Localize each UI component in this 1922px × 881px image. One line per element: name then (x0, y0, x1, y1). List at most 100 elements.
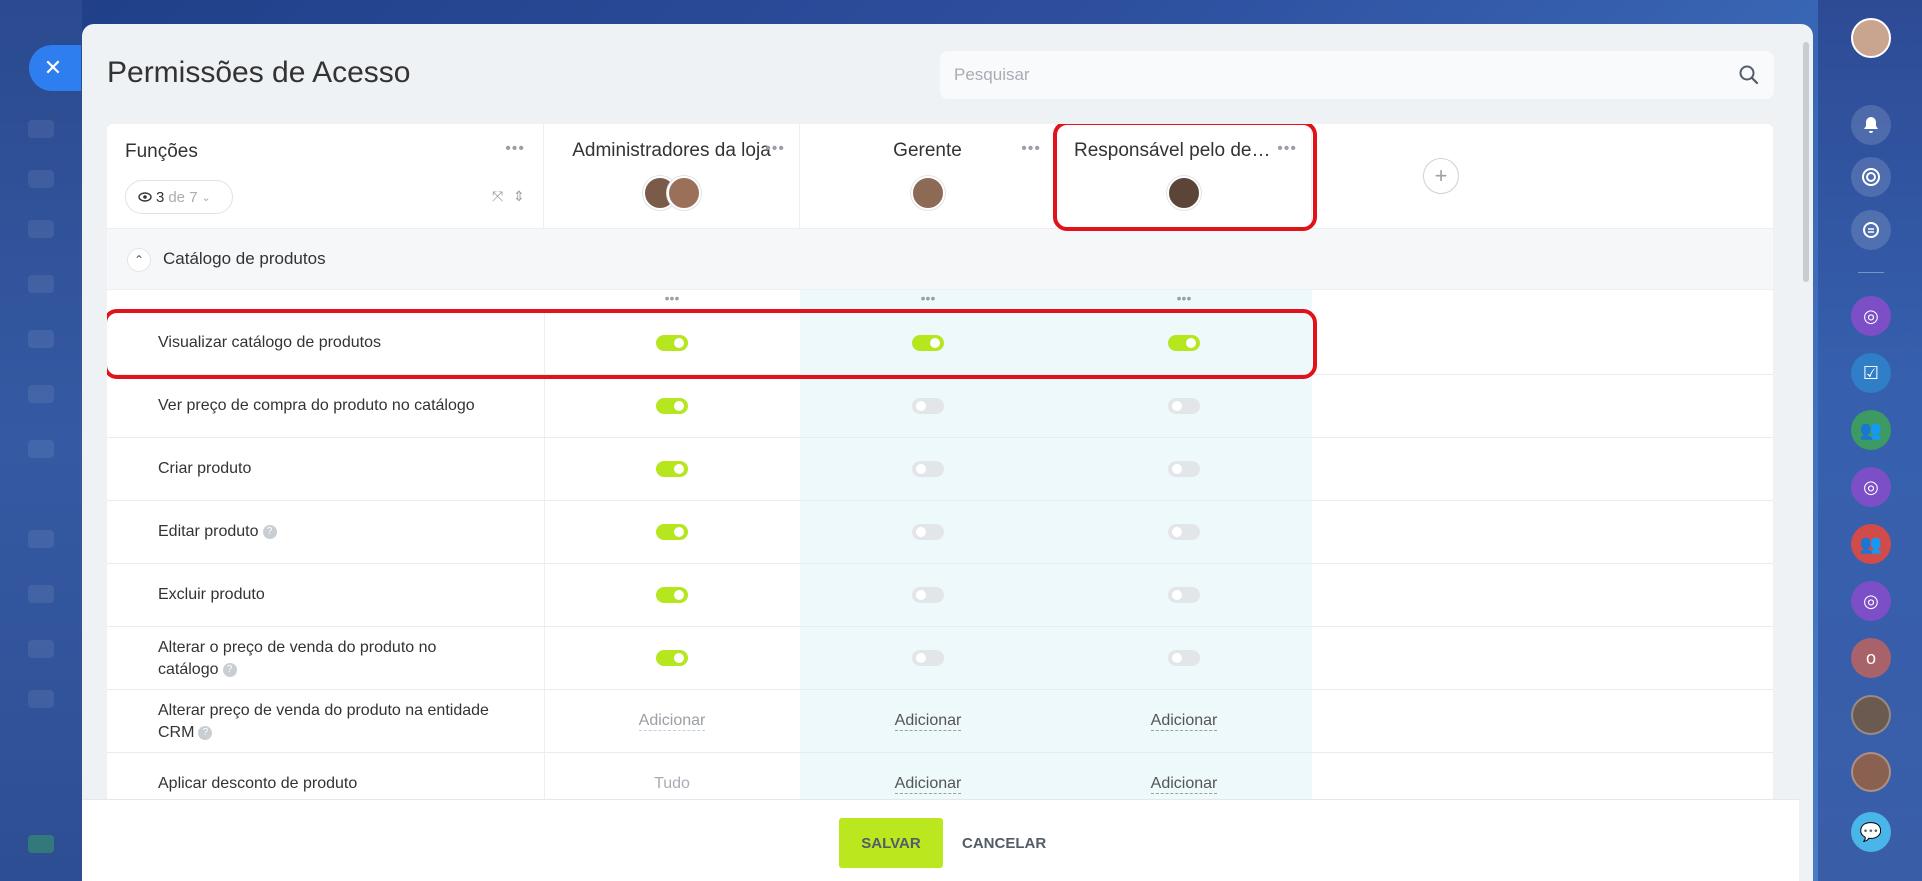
chat-group-icon[interactable]: ◎ (1851, 296, 1891, 336)
functions-menu-icon[interactable]: ••• (505, 140, 525, 158)
ghost-icon (28, 690, 54, 708)
permission-cell[interactable] (800, 564, 1056, 626)
permission-cell[interactable] (544, 627, 800, 689)
sync-icon[interactable] (1851, 210, 1891, 250)
collapse-expand-icons[interactable]: ⤧ ⇕ (492, 188, 525, 205)
table-row: Editar produto? (107, 501, 1773, 564)
ghost-icon (28, 640, 54, 658)
contact-avatar[interactable] (1851, 695, 1891, 735)
ghost-icon (28, 385, 54, 403)
ghost-icon (28, 835, 54, 853)
role-name: Administradores da loja (572, 140, 771, 161)
group-icon[interactable]: 👥 (1851, 524, 1891, 564)
visible-count: 3 (156, 188, 165, 206)
functions-header: Funções ••• 3 de 7 ⌄ ⤧ ⇕ (107, 124, 544, 228)
messages-icon[interactable]: 💬 (1851, 812, 1891, 852)
search-input[interactable] (954, 65, 1738, 85)
toggle-switch[interactable] (912, 461, 944, 477)
close-icon: ✕ (43, 55, 63, 80)
permission-cell[interactable] (544, 375, 800, 437)
permission-cell[interactable]: Adicionar (544, 690, 800, 752)
section-header[interactable]: ⌃ Catálogo de produtos (107, 228, 1773, 290)
role-header[interactable]: Administradores da loja ••• (544, 124, 800, 228)
add-role-button[interactable]: + (1423, 158, 1459, 194)
role-avatars (800, 176, 1055, 210)
permission-cell[interactable] (1056, 438, 1312, 500)
permissions-table: Funções ••• 3 de 7 ⌄ ⤧ ⇕ Administradores… (107, 124, 1773, 824)
help-icon[interactable]: ? (222, 662, 237, 677)
add-link[interactable]: Adicionar (638, 712, 706, 731)
highlight-box-row (107, 309, 1317, 379)
ghost-icon (28, 330, 54, 348)
chevron-down-icon: ⌄ (201, 191, 211, 204)
close-button[interactable]: ✕ (29, 45, 81, 91)
save-button[interactable]: SALVAR (839, 818, 943, 868)
sidebar-divider (1858, 272, 1884, 273)
expand-icon[interactable]: ⇕ (513, 188, 525, 204)
toggle-switch[interactable] (656, 650, 688, 666)
permission-label-wrap: Editar produto? (158, 521, 518, 543)
avatar (666, 176, 701, 210)
permission-cell[interactable] (1056, 627, 1312, 689)
permission-cell[interactable]: Adicionar (800, 690, 1056, 752)
permission-cell[interactable] (1056, 375, 1312, 437)
toggle-switch[interactable] (912, 524, 944, 540)
toggle-switch[interactable] (656, 587, 688, 603)
chat-group-icon[interactable]: ◎ (1851, 467, 1891, 507)
permission-label: Criar produto (158, 460, 252, 477)
ghost-icon (28, 440, 54, 458)
value-text[interactable]: Tudo (654, 775, 690, 793)
contact-avatar[interactable] (1851, 752, 1891, 792)
toggle-switch[interactable] (912, 650, 944, 666)
permission-cell[interactable] (544, 564, 800, 626)
tasks-icon[interactable]: ☑ (1851, 353, 1891, 393)
permission-cell[interactable] (1056, 564, 1312, 626)
help-icon[interactable]: ? (262, 524, 277, 539)
add-link[interactable]: Adicionar (894, 712, 962, 731)
add-link[interactable]: Adicionar (1150, 712, 1218, 731)
scrollbar[interactable] (1803, 42, 1809, 282)
toggle-switch[interactable] (1168, 650, 1200, 666)
toggle-switch[interactable] (656, 398, 688, 414)
user-avatar[interactable] (1851, 18, 1891, 58)
permission-cell[interactable]: Adicionar (1056, 690, 1312, 752)
chevron-up-icon[interactable]: ⌃ (127, 248, 151, 272)
visibility-filter[interactable]: 3 de 7 ⌄ (125, 180, 233, 214)
toggle-switch[interactable] (656, 461, 688, 477)
role-menu-icon[interactable]: ••• (765, 140, 785, 158)
permission-cell[interactable] (800, 438, 1056, 500)
section-label: Catálogo de produtos (163, 249, 326, 268)
bell-icon[interactable] (1851, 105, 1891, 145)
role-header[interactable]: Gerente ••• (800, 124, 1056, 228)
role-menu-icon[interactable]: ••• (1021, 140, 1041, 158)
permission-label: Editar produto (158, 523, 259, 540)
help-icon[interactable]: ? (198, 725, 213, 740)
permission-cell[interactable] (800, 375, 1056, 437)
contact-icon[interactable]: o (1851, 638, 1891, 678)
toggle-switch[interactable] (1168, 461, 1200, 477)
search-bar[interactable] (940, 51, 1774, 99)
target-icon[interactable] (1851, 157, 1891, 197)
permission-cell[interactable] (800, 501, 1056, 563)
functions-title: Funções (125, 141, 198, 162)
permission-label: Alterar o preço de venda do produto no c… (158, 639, 437, 678)
toggle-switch[interactable] (1168, 587, 1200, 603)
permission-cell[interactable] (544, 501, 800, 563)
permission-cell[interactable] (1056, 501, 1312, 563)
toggle-switch[interactable] (912, 587, 944, 603)
permission-cell[interactable] (800, 627, 1056, 689)
toggle-switch[interactable] (1168, 524, 1200, 540)
collapse-icon[interactable]: ⤧ (492, 188, 503, 204)
group-icon[interactable]: 👥 (1851, 410, 1891, 450)
total-count: de 7 (168, 188, 198, 206)
add-link[interactable]: Adicionar (1150, 775, 1218, 794)
chat-group-icon[interactable]: ◎ (1851, 581, 1891, 621)
add-link[interactable]: Adicionar (894, 775, 962, 794)
ghost-icon (28, 120, 54, 138)
toggle-switch[interactable] (912, 398, 944, 414)
toggle-switch[interactable] (1168, 398, 1200, 414)
search-icon[interactable] (1738, 64, 1760, 86)
cancel-button[interactable]: CANCELAR (962, 818, 1046, 868)
toggle-switch[interactable] (656, 524, 688, 540)
permission-cell[interactable] (544, 438, 800, 500)
